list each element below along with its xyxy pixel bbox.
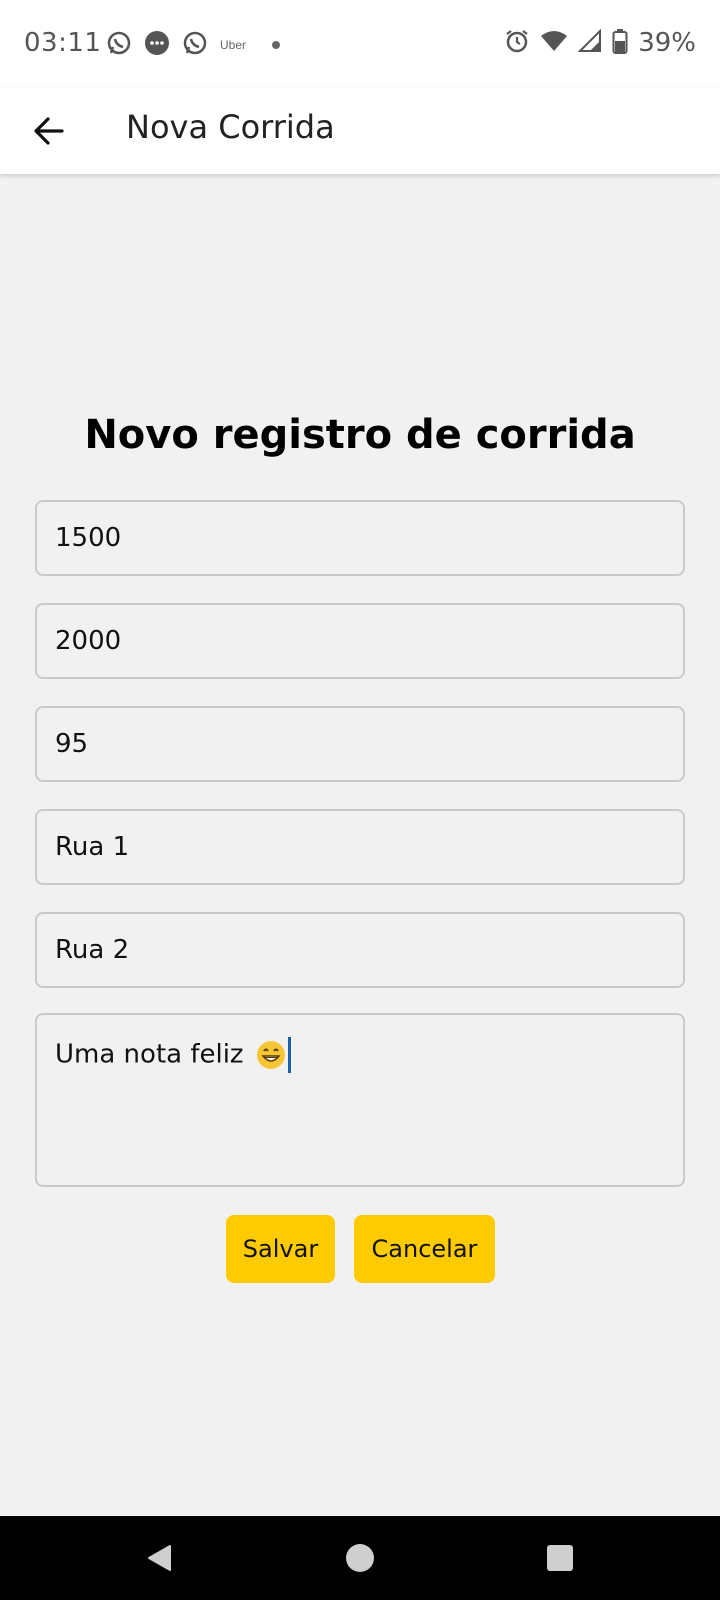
- field-2[interactable]: 2000: [35, 603, 685, 679]
- field-value: 2000: [55, 626, 122, 656]
- triangle-back-icon: [148, 1545, 171, 1571]
- status-time: 03:11: [24, 28, 102, 58]
- square-recents-icon: [547, 1545, 573, 1571]
- back-button[interactable]: [24, 106, 74, 156]
- nav-home-button[interactable]: [332, 1530, 388, 1586]
- field-3[interactable]: 95: [35, 706, 685, 782]
- status-bar: 03:11 Uber 39%: [0, 0, 720, 88]
- dot-icon: [272, 41, 281, 49]
- wifi-icon: [540, 29, 568, 57]
- field-1[interactable]: 1500: [35, 500, 685, 576]
- field-value: Rua 1: [55, 832, 130, 862]
- navigation-bar: [0, 1516, 720, 1600]
- field-value: 95: [55, 729, 89, 759]
- signal-icon: [577, 28, 602, 57]
- app-bar: Nova Corrida: [0, 88, 720, 174]
- whatsapp-icon: [106, 30, 132, 60]
- note-textarea[interactable]: Uma nota feliz: [35, 1013, 685, 1187]
- cancel-button[interactable]: Cancelar: [354, 1215, 495, 1283]
- note-value: Uma nota feliz: [55, 1039, 244, 1070]
- field-value: Rua 2: [55, 935, 130, 965]
- battery-icon: [612, 28, 628, 58]
- whatsapp-icon: [182, 30, 208, 60]
- nav-back-button[interactable]: [132, 1530, 188, 1586]
- text-cursor: [287, 1037, 291, 1073]
- save-button[interactable]: Salvar: [226, 1215, 335, 1283]
- nav-recents-button[interactable]: [532, 1530, 588, 1586]
- grinning-emoji-icon: [256, 1040, 286, 1070]
- arrow-left-icon: [34, 117, 64, 145]
- message-icon: [144, 30, 170, 60]
- uber-icon: Uber: [220, 38, 247, 52]
- form-heading: Novo registro de corrida: [84, 412, 636, 458]
- field-value: 1500: [55, 523, 122, 553]
- circle-home-icon: [346, 1544, 374, 1572]
- field-4[interactable]: Rua 1: [35, 809, 685, 885]
- alarm-icon: [504, 28, 530, 58]
- notification-icons: Uber: [106, 30, 281, 60]
- page-title: Nova Corrida: [126, 108, 335, 146]
- field-5[interactable]: Rua 2: [35, 912, 685, 988]
- system-icons: 39%: [504, 28, 696, 58]
- battery-percent: 39%: [638, 28, 696, 58]
